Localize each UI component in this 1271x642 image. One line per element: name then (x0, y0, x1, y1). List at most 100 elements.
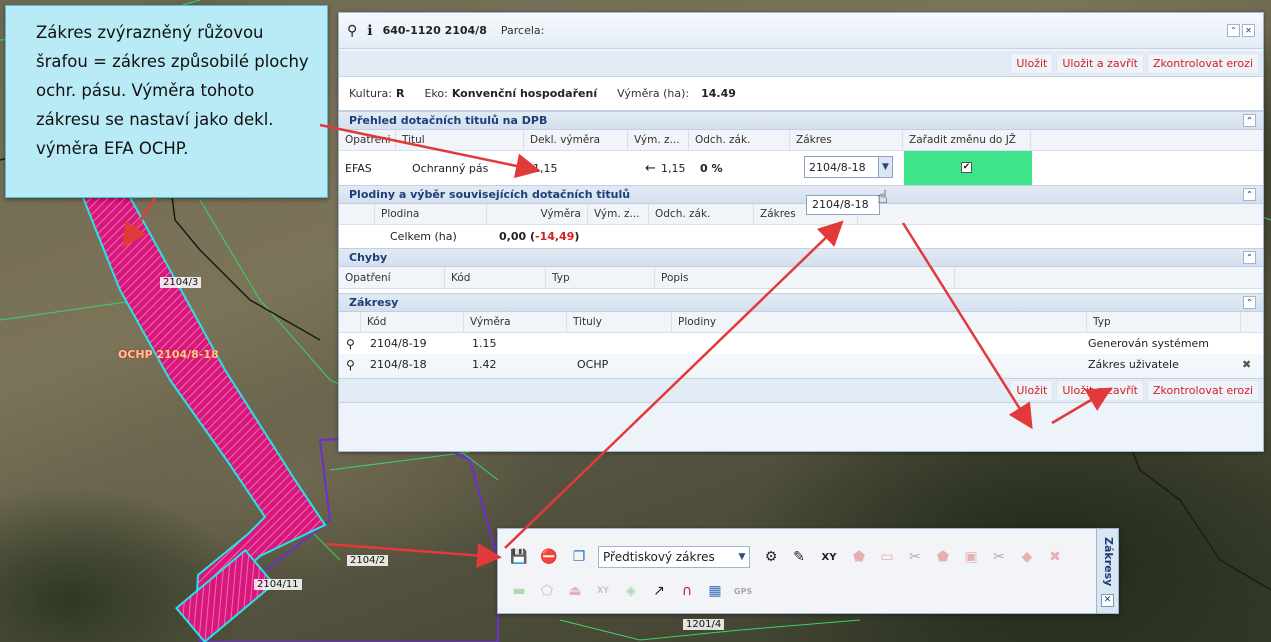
chevron-down-icon[interactable]: ▼ (735, 547, 749, 567)
line-tool-icon[interactable]: ↗ (648, 580, 670, 602)
delete-icon[interactable]: ✖ (1242, 358, 1251, 371)
col-header[interactable]: Zařadit změnu do JŽ (903, 130, 1031, 150)
collapse-icon[interactable]: ⌃ (1243, 251, 1256, 264)
map-label-parcel: 2104/2 (347, 555, 389, 566)
section-title: Plodiny a výběr souvisejících dotačních … (349, 188, 631, 201)
mode-select[interactable]: Předtiskový zákres ▼ (598, 546, 750, 568)
chevron-down-icon[interactable]: ▼ (878, 157, 892, 177)
save-and-close-button[interactable]: Uložit a zavřít (1056, 380, 1144, 401)
col-header[interactable]: Plodiny (672, 312, 1087, 332)
parcel-info: Kultura: R Eko: Konvenční hospodaření Vý… (339, 77, 1263, 111)
stop-icon[interactable]: ⛔ (538, 546, 560, 568)
delete-shape-icon: ✖ (1049, 549, 1061, 565)
vertex-icon: ⬠ (540, 583, 554, 599)
check-erosion-button[interactable]: Zkontrolovat erozi (1147, 53, 1259, 74)
typ-cell: Zákres uživatele (1088, 358, 1179, 371)
cut-icon: ✂ (993, 549, 1005, 565)
col-header[interactable]: Kód (445, 267, 546, 288)
vym-z-cell: 1,15 (661, 161, 686, 175)
save-and-close-button[interactable]: Uložit a zavřít (1056, 53, 1144, 74)
col-header[interactable]: Vým. z... (628, 130, 689, 150)
area-icon: ▬ (512, 583, 526, 599)
xy-icon: XY (597, 586, 609, 596)
erase-icon: ⏏ (568, 583, 582, 599)
windows-icon[interactable]: ❐ (568, 546, 590, 568)
titul-cell: Ochranný pás (412, 161, 489, 175)
map-label-parcel: 1201/4 (683, 619, 725, 630)
ochp-hatched-strip (78, 168, 327, 612)
zakres-dropdown-option[interactable]: 2104/8-18 (806, 195, 880, 215)
section-dpb[interactable]: Přehled dotačních titulů na DPB ⌃ (339, 111, 1263, 130)
vymera-label: Výměra (ha): (617, 87, 690, 100)
layers-icon[interactable]: ▦ (704, 580, 726, 602)
save-button[interactable]: Uložit (1010, 380, 1054, 401)
hand-cursor-icon: ☝ (877, 187, 888, 208)
col-header[interactable]: Výměra (487, 204, 588, 224)
parcel-code: 640-1120 2104/8 (382, 24, 487, 37)
table-row[interactable]: ⚲ 2104/8-18 1.42 OCHP Zákres uživatele ✖ (339, 354, 1263, 375)
dpb-table-header: Opatreni Titul Dekl. výměra Vým. z... Od… (339, 130, 1263, 151)
collapse-icon[interactable]: ⌃ (1227, 24, 1240, 37)
zakres-select[interactable]: 2104/8-18 ▼ (804, 156, 893, 178)
opatreni-cell: EFAS (345, 161, 372, 175)
drawing-toolbar-sidebar: Zákresy ✕ (1096, 529, 1118, 613)
arrow-left-icon[interactable]: ← (645, 161, 656, 176)
section-chyby[interactable]: Chyby ⌃ (339, 248, 1263, 267)
drawing-toolbar-title: Zákresy (1102, 537, 1115, 587)
layer-icon: ▣ (964, 549, 978, 565)
col-header[interactable]: Odch. zák. (689, 130, 790, 150)
table-row[interactable]: ⚲ 2104/8-19 1.15 Generován systémem (339, 333, 1263, 354)
vymera-value: 14.49 (701, 87, 736, 100)
map-label-ochp: OCHP 2104/8-18 (118, 348, 219, 361)
close-icon[interactable]: ✕ (1101, 594, 1114, 607)
col-header[interactable]: Typ (546, 267, 655, 288)
pencil-icon[interactable]: ✎ (788, 546, 810, 568)
kultura-value: R (395, 87, 405, 100)
mode-select-value: Předtiskový zákres (603, 550, 715, 564)
collapse-icon[interactable]: ⌃ (1243, 296, 1256, 309)
typ-cell: Generován systémem (1088, 337, 1210, 350)
col-header[interactable]: Typ (1087, 312, 1241, 332)
split-icon: ⬟ (936, 549, 950, 565)
col-header[interactable]: Vým. z... (588, 204, 649, 224)
search-icon[interactable]: ⚲ (346, 337, 355, 351)
eko-label: Eko: (424, 87, 448, 100)
close-icon[interactable]: ✕ (1242, 24, 1255, 37)
search-icon[interactable]: ⚲ (347, 23, 357, 39)
xy-coordinates-icon[interactable]: XY (818, 546, 840, 568)
col-header[interactable]: Výměra (464, 312, 567, 332)
scissors-icon: ✂ (909, 549, 921, 565)
shape-icon: ◆ (1021, 549, 1033, 565)
fill-icon: ◈ (625, 583, 637, 599)
save-button[interactable]: Uložit (1010, 53, 1054, 74)
vymera-cell: 1.15 (472, 337, 497, 350)
magnet-icon[interactable]: ∩ (676, 580, 698, 602)
col-header[interactable]: Kód (361, 312, 464, 332)
col-header[interactable]: Opatření (339, 267, 445, 288)
vymera-cell: 1.42 (472, 358, 497, 371)
zaradit-checkbox[interactable]: ✔ (961, 162, 972, 173)
col-header[interactable]: Tituly (567, 312, 672, 332)
col-header[interactable]: Opatreni (339, 130, 396, 150)
collapse-icon[interactable]: ⌃ (1243, 188, 1256, 201)
gps-icon: GPS (733, 586, 753, 596)
section-title: Přehled dotačních titulů na DPB (349, 114, 548, 127)
check-erosion-button[interactable]: Zkontrolovat erozi (1147, 380, 1259, 401)
col-header[interactable]: Plodina (375, 204, 487, 224)
action-toolbar-top: Uložit Uložit a zavřít Zkontrolovat eroz… (339, 51, 1263, 77)
save-icon[interactable]: 💾 (508, 546, 530, 568)
section-plodiny[interactable]: Plodiny a výběr souvisejících dotačních … (339, 185, 1263, 204)
search-icon[interactable]: ⚲ (346, 358, 355, 372)
info-icon[interactable]: ℹ (367, 23, 372, 39)
col-header[interactable]: Dekl. výměra (524, 130, 628, 150)
odch-cell: 0 % (700, 161, 723, 175)
col-header[interactable]: Odch. zák. (649, 204, 754, 224)
collapse-icon[interactable]: ⌃ (1243, 114, 1256, 127)
section-zakresy[interactable]: Zákresy ⌃ (339, 293, 1263, 312)
settings-icon[interactable]: ⚙ (760, 546, 782, 568)
col-header[interactable]: Zákres (790, 130, 903, 150)
col-header[interactable]: Titul (396, 130, 524, 150)
col-header[interactable]: Popis (655, 267, 955, 288)
window-titlebar: ⚲ ℹ 640-1120 2104/8 Parcela: ⌃ ✕ (339, 13, 1263, 49)
table-row[interactable]: EFAS Ochranný pás 1,15 ← 1,15 0 % 2104/8… (339, 151, 1263, 185)
